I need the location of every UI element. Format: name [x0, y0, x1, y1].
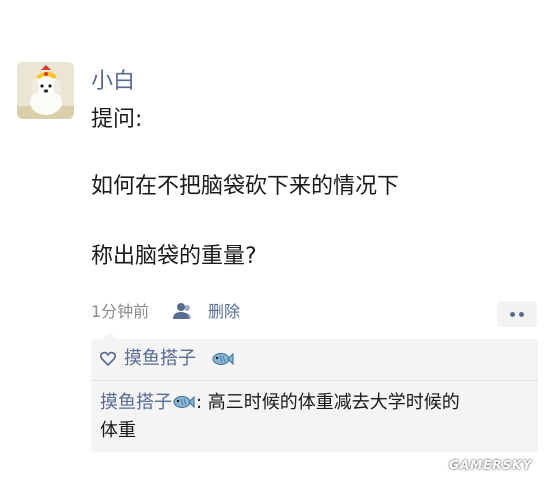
- fish-emoji-icon: [212, 352, 234, 366]
- avatar[interactable]: [17, 62, 74, 119]
- post-text-line-1: 提问:: [91, 107, 143, 132]
- fish-emoji-icon: [173, 395, 195, 409]
- watermark: GAMERSKY: [449, 458, 533, 472]
- comment-text-continued: 体重: [100, 420, 136, 441]
- comment-separator: :: [196, 392, 208, 413]
- comment-text: 高三时候的体重减去大学时候的: [207, 392, 460, 413]
- like-user-name[interactable]: 摸鱼搭子: [124, 346, 196, 372]
- post-username[interactable]: 小白: [91, 68, 135, 96]
- post-text-line-2: 如何在不把脑袋砍下来的情况下: [91, 174, 400, 199]
- heart-icon: [100, 351, 116, 366]
- more-dot: [519, 312, 524, 317]
- interaction-panel: 摸鱼搭子 摸鱼搭子 : 高三时候的体重减去大学时候的体重: [91, 332, 538, 452]
- more-dots-icon: [510, 312, 515, 317]
- comment-item[interactable]: 摸鱼搭子 : 高三时候的体重减去大学时候的体重: [100, 389, 530, 445]
- post-text-line-3: 称出脑袋的重量?: [91, 244, 257, 269]
- user-icon: [173, 303, 191, 319]
- comment-author[interactable]: 摸鱼搭子: [100, 392, 172, 413]
- panel-divider: [91, 380, 538, 381]
- more-options-button[interactable]: [497, 301, 537, 327]
- post-timestamp: 1分钟前: [91, 302, 150, 321]
- dog-avatar-icon: [17, 62, 74, 119]
- delete-button[interactable]: 删除: [208, 301, 240, 323]
